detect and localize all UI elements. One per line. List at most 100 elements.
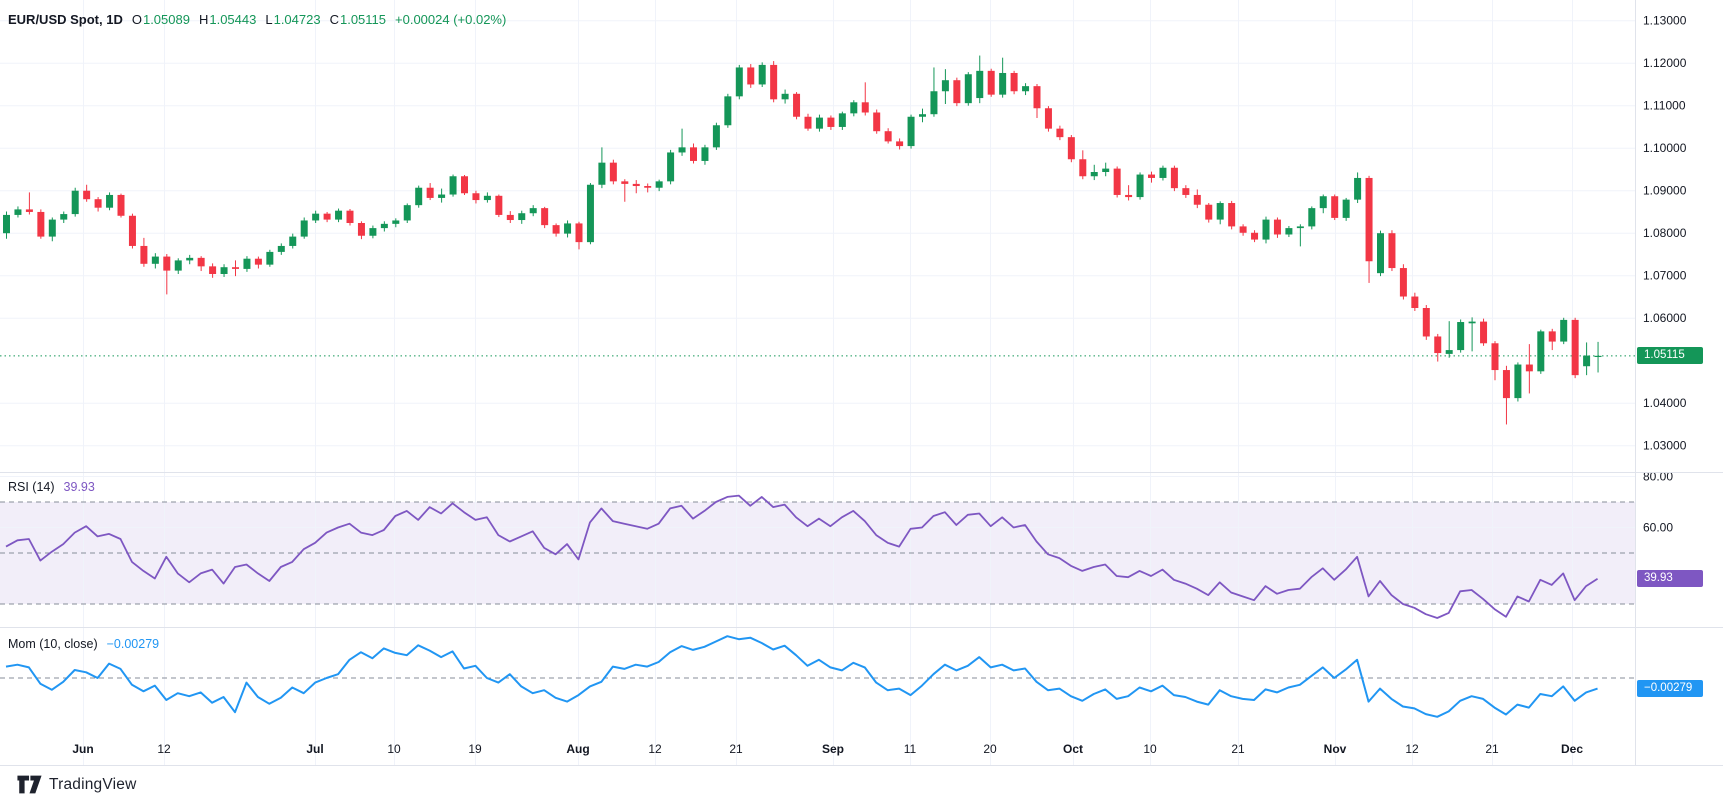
- candle-up: [392, 220, 399, 223]
- candle-down: [1125, 195, 1132, 197]
- candle-down: [83, 191, 90, 200]
- candle-down: [1148, 175, 1155, 178]
- time-tick-label: 10: [1143, 742, 1157, 756]
- candle-up: [1514, 365, 1521, 399]
- time-tick-label: 12: [157, 742, 171, 756]
- candle-up: [106, 195, 113, 208]
- candle-up: [782, 94, 789, 100]
- candle-down: [26, 209, 33, 212]
- ohlc-low: L1.04723: [265, 12, 320, 27]
- candle-up: [965, 74, 972, 103]
- candle-down: [1171, 168, 1178, 188]
- candle-down: [770, 65, 777, 99]
- candle-down: [324, 214, 331, 220]
- candle-up: [1446, 350, 1453, 354]
- change-value: +0.00024 (+0.02%): [395, 12, 506, 27]
- candle-down: [163, 257, 170, 271]
- candle-up: [152, 257, 159, 264]
- rsi-title[interactable]: RSI (14): [8, 480, 55, 494]
- candle-up: [1137, 175, 1144, 198]
- price-tick-label: 1.03000: [1643, 439, 1687, 453]
- candle-up: [266, 252, 273, 265]
- candle-down: [793, 94, 800, 117]
- candle-down: [644, 186, 651, 188]
- candle-down: [1228, 203, 1235, 226]
- candle-down: [1434, 336, 1441, 353]
- candle-up: [713, 125, 720, 147]
- tradingview-wordmark[interactable]: TradingView: [49, 776, 137, 794]
- candle-down: [198, 258, 205, 267]
- candle-down: [118, 195, 125, 216]
- candle-up: [1297, 226, 1304, 228]
- time-tick-label: Nov: [1324, 742, 1347, 756]
- footer-bar: TradingView: [0, 766, 1723, 803]
- candle-up: [301, 220, 308, 236]
- candle-up: [759, 65, 766, 85]
- time-tick-label: 10: [387, 742, 401, 756]
- tradingview-logo-icon[interactable]: [17, 775, 42, 794]
- time-tick-label: 20: [983, 742, 997, 756]
- candle-up: [369, 228, 376, 236]
- candle-up: [484, 196, 491, 200]
- candle-down: [1388, 233, 1395, 268]
- candle-up: [564, 223, 571, 233]
- mom-title[interactable]: Mom (10, close): [8, 637, 98, 651]
- time-tick-label: 21: [1231, 742, 1245, 756]
- candle-down: [347, 211, 354, 223]
- candle-down: [1056, 129, 1063, 138]
- candle-down: [37, 212, 44, 237]
- candle-down: [747, 67, 754, 84]
- candle-up: [1343, 200, 1350, 218]
- time-tick-label: 19: [468, 742, 482, 756]
- candle-up: [243, 259, 250, 269]
- candle-up: [816, 118, 823, 129]
- candle-up: [49, 220, 56, 237]
- candle-up: [175, 260, 182, 270]
- candle-down: [1549, 331, 1556, 341]
- candle-up: [1091, 172, 1098, 176]
- mom-value: −0.00279: [107, 637, 159, 651]
- chart-window: 1.130001.120001.110001.100001.090001.080…: [0, 0, 1723, 803]
- price-tick-label: 1.13000: [1643, 14, 1687, 28]
- candle-up: [221, 267, 228, 274]
- candle-up: [1583, 356, 1590, 367]
- candle-up: [930, 91, 937, 114]
- candle-down: [576, 223, 583, 242]
- candle-up: [1217, 203, 1224, 220]
- chart-canvas[interactable]: 1.130001.120001.110001.100001.090001.080…: [0, 0, 1723, 766]
- candle-down: [1251, 233, 1258, 240]
- candle-up: [450, 176, 457, 194]
- candle-up: [942, 80, 949, 91]
- candle-down: [690, 147, 697, 161]
- symbol-title[interactable]: EUR/USD Spot, 1D: [8, 12, 123, 27]
- candle-up: [587, 185, 594, 242]
- time-tick-label: 21: [729, 742, 743, 756]
- candle-up: [1354, 178, 1361, 200]
- candle-up: [278, 246, 285, 252]
- time-tick-label: 11: [904, 742, 917, 756]
- candle-down: [1400, 268, 1407, 296]
- candle-down: [140, 246, 147, 264]
- candle-up: [724, 96, 731, 125]
- candle-down: [1011, 73, 1018, 91]
- time-tick-label: 12: [648, 742, 662, 756]
- candle-up: [186, 258, 193, 261]
- candle-down: [1240, 226, 1247, 232]
- candle-down: [553, 225, 560, 234]
- candle-up: [1469, 322, 1476, 324]
- candle-up: [415, 188, 422, 205]
- candle-up: [1537, 331, 1544, 371]
- candle-up: [3, 215, 10, 233]
- candle-down: [1331, 196, 1338, 218]
- candle-down: [1480, 322, 1487, 344]
- price-tick-label: 1.10000: [1643, 141, 1687, 155]
- candle-down: [1572, 320, 1579, 375]
- price-tick-label: 1.04000: [1643, 396, 1687, 410]
- candle-down: [862, 102, 869, 112]
- candle-down: [1503, 370, 1510, 398]
- candle-down: [621, 181, 628, 184]
- candle-down: [1411, 297, 1418, 308]
- candle-up: [1022, 86, 1029, 91]
- candle-up: [1263, 220, 1270, 240]
- candle-up: [381, 224, 388, 228]
